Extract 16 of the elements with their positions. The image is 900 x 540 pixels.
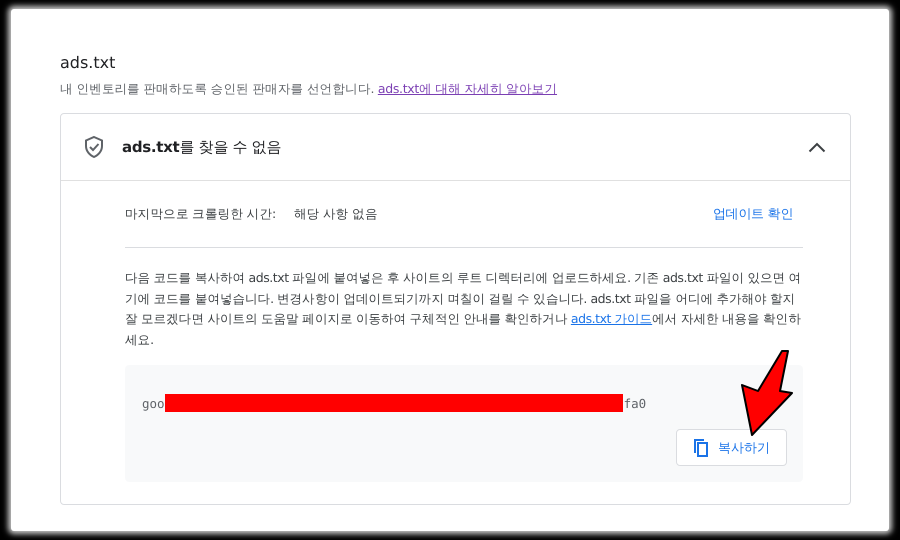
section-title: ads.txt <box>60 53 116 72</box>
learn-more-link[interactable]: ads.txt에 대해 자세히 알아보기 <box>378 81 558 96</box>
crawl-value: 해당 사항 없음 <box>294 206 379 222</box>
chevron-icon[interactable] <box>808 142 826 152</box>
guide-link[interactable]: ads.txt 가이드 <box>570 311 652 326</box>
section-description: 내 인벤토리를 판매하도록 승인된 판매자를 선언합니다. ads.txt에 대해 자세히 알아보기 <box>60 81 558 98</box>
crawl-label: 마지막으로 크롤링한 시간: <box>125 206 276 222</box>
instructions-text: 다음 코드를 복사하여 ads.txt 파일에 붙여넣은 후 사이트의 루트 디렉터리에 업로드하세요. 기존 ads.txt 파일이 있으면 여기에 코드를 붙여넣습니다. 변경사항이 업데이트되기까지 며칠이 걸릴 수 있습니다. ads.txt 파일을 어디에 추가해야 할지 잘 모르겠다면 사이트의 도움말 페이지로 이동하여 구체적인 안내를 확인하거나 ads.txt 가이드에서 자세한 내용을 확인하세요. <box>125 269 802 348</box>
shield-check-icon <box>83 135 105 159</box>
code-text: goo <box>142 396 165 410</box>
check-update-link[interactable]: 업데이트 확인 <box>712 205 793 223</box>
copy-button[interactable]: 복사하기 <box>676 429 787 466</box>
card-title: ads.txt를 찾을 수 없음 <box>122 138 282 156</box>
code-text: fa0 <box>624 396 646 410</box>
copy-icon <box>693 438 709 456</box>
card-header[interactable]: ads.txt를 찾을 수 없음 <box>61 114 850 181</box>
